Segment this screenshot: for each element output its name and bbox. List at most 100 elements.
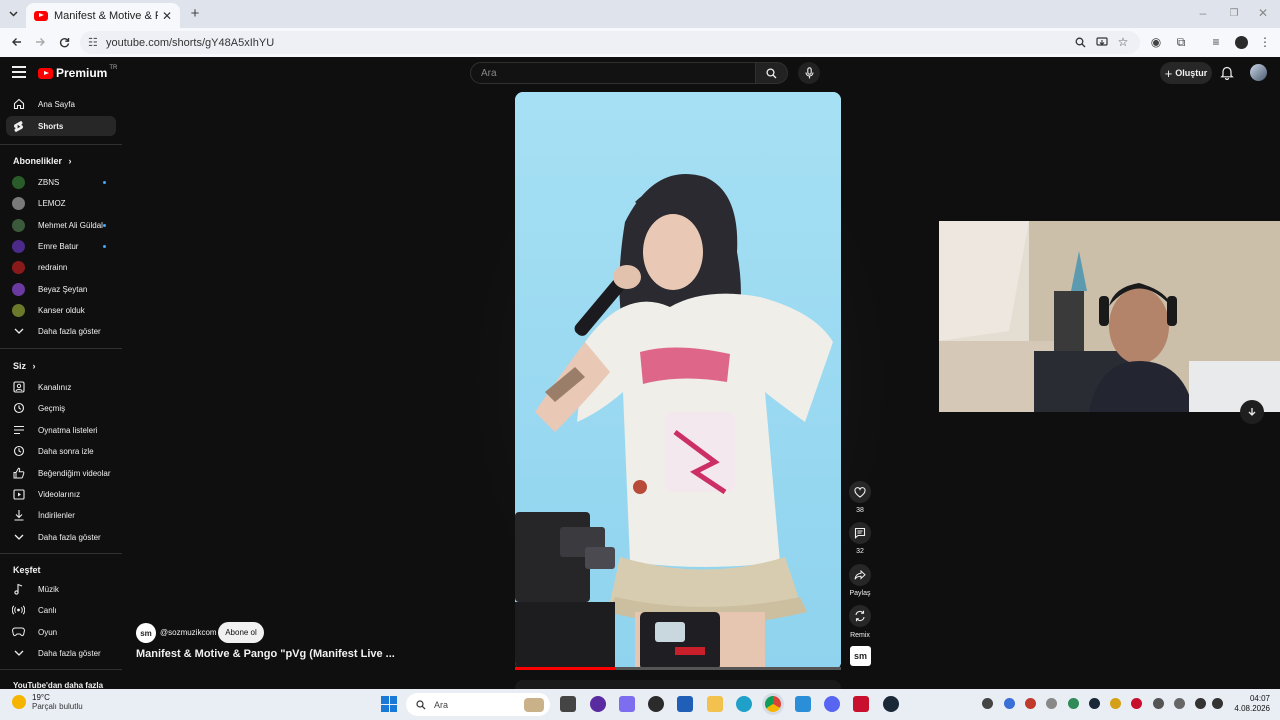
steam-icon[interactable] (883, 696, 899, 712)
bookmark-star-icon[interactable]: ☆ (1114, 33, 1132, 51)
discord-icon[interactable] (824, 696, 840, 712)
sidebar-item-home[interactable]: Ana Sayfa (6, 94, 116, 114)
system-clock[interactable]: 04:07 4.08.2026 (1230, 694, 1270, 714)
media-controls-icon[interactable]: ≡ (1207, 33, 1225, 51)
sidebar-item-subscription[interactable]: Emre Batur (6, 236, 116, 256)
like-button[interactable] (849, 481, 871, 503)
close-tab-icon[interactable]: ✕ (162, 9, 172, 23)
next-video-button[interactable] (1240, 400, 1264, 424)
channel-name: LEMOZ (38, 198, 66, 208)
video-title[interactable]: Manifest & Motive & Pango "pVg (Manifest… (136, 648, 395, 660)
tray-icon-2[interactable] (1004, 698, 1015, 709)
sidebar-item-live[interactable]: Canlı (6, 600, 116, 620)
sidebar-item-subscription[interactable]: Mehmet Ali Güldal (6, 215, 116, 235)
sidebar-item-subscription[interactable]: redrainn (6, 257, 116, 277)
taskbar-search[interactable]: Ara (406, 693, 550, 716)
menu-icon[interactable] (12, 66, 26, 78)
install-app-icon[interactable] (1093, 33, 1111, 51)
search-input[interactable] (470, 62, 756, 84)
sidebar-item-playlists[interactable]: Oynatma listeleri (6, 420, 116, 440)
sidebar-item-downloads[interactable]: İndirilenler (6, 505, 116, 525)
remix-icon (855, 610, 865, 622)
back-button[interactable] (8, 34, 24, 50)
sidebar-item-show-more-explore[interactable]: Daha fazla göster (6, 643, 116, 663)
notifications-bell-icon[interactable] (1220, 65, 1236, 81)
app-icon-red[interactable] (853, 696, 869, 712)
sidebar-item-history[interactable]: Geçmiş (6, 398, 116, 418)
profile-avatar-icon[interactable] (1232, 33, 1250, 51)
extensions-puzzle-icon[interactable]: ⧉ (1172, 33, 1190, 51)
share-button[interactable] (849, 564, 871, 586)
volume-icon[interactable] (1212, 698, 1223, 709)
tray-icon-6[interactable] (1089, 698, 1100, 709)
sidebar-item-shorts[interactable]: Shorts (6, 116, 116, 136)
sidebar-item-your-channel[interactable]: Kanalınız (6, 377, 116, 397)
shorts-icon (12, 120, 25, 133)
microphone-tray-icon[interactable] (1174, 698, 1185, 709)
tray-icon-1[interactable] (982, 698, 993, 709)
share-label: Paylaş (849, 590, 871, 597)
wifi-icon[interactable] (1195, 698, 1206, 709)
tray-icon-4[interactable] (1046, 698, 1057, 709)
voice-search-button[interactable] (798, 62, 820, 84)
browser-menu-icon[interactable]: ⋮ (1256, 33, 1274, 51)
tray-icon-7[interactable] (1110, 698, 1121, 709)
comments-button[interactable] (849, 522, 871, 544)
video-progress-bar[interactable] (515, 667, 841, 670)
minimize-window-button[interactable]: – (1196, 6, 1210, 20)
shorts-video-player[interactable] (515, 92, 841, 670)
app-icon-crystal[interactable] (619, 696, 635, 712)
sidebar-item-subscription[interactable]: Kanser olduk (6, 300, 116, 320)
site-settings-icon[interactable]: ☷ (88, 36, 98, 49)
reload-icon (59, 37, 69, 47)
tray-icon-5[interactable] (1068, 698, 1079, 709)
sidebar-item-subscription[interactable]: ZBNS (6, 172, 116, 192)
search-button[interactable] (756, 62, 788, 84)
remix-button[interactable] (849, 605, 871, 627)
account-avatar[interactable] (1250, 64, 1267, 81)
app-icon-dark[interactable] (648, 696, 664, 712)
tray-icon-9[interactable] (1153, 698, 1164, 709)
file-explorer-icon[interactable] (707, 696, 723, 712)
address-bar[interactable]: ☷ youtube.com/shorts/gY48A5xIhYU (80, 31, 1140, 54)
tray-icon-8[interactable] (1131, 698, 1142, 709)
forward-button[interactable] (32, 34, 48, 50)
sidebar-item-music[interactable]: Müzik (6, 579, 116, 599)
sidebar-item-your-videos[interactable]: Videolarınız (6, 484, 116, 504)
you-heading[interactable]: Siz › (13, 361, 36, 371)
app-icon-purple[interactable] (590, 696, 606, 712)
app-icon-store[interactable] (677, 696, 693, 712)
channel-avatar (12, 260, 25, 274)
sound-source-thumbnail[interactable]: sm (850, 646, 871, 666)
channel-avatar[interactable]: sm (136, 623, 156, 643)
app-icon-meet[interactable] (795, 696, 811, 712)
tab-search-button[interactable] (5, 6, 21, 22)
sidebar-item-watch-later[interactable]: Daha sonra izle (6, 441, 116, 461)
sidebar-item-subscription[interactable]: Beyaz Şeytan (6, 279, 116, 299)
task-view-icon[interactable] (560, 696, 576, 712)
sidebar-item-show-more-you[interactable]: Daha fazla göster (6, 527, 116, 547)
webcam-image (939, 221, 1280, 412)
taskbar-search-placeholder: Ara (434, 699, 449, 710)
subscribe-button[interactable]: Abone ol (218, 622, 264, 643)
weather-widget[interactable]: 19°C Parçalı bulutlu (12, 693, 83, 711)
subscriptions-heading[interactable]: Abonelikler › (13, 156, 72, 166)
extension-icon-1[interactable]: ◉ (1147, 33, 1165, 51)
close-window-button[interactable]: ✕ (1256, 6, 1270, 20)
channel-handle[interactable]: @sozmuzikcom (160, 628, 217, 637)
windows-start-icon[interactable] (381, 696, 397, 712)
tray-icon-3[interactable] (1025, 698, 1036, 709)
sidebar-item-subscription[interactable]: LEMOZ (6, 193, 116, 213)
browser-tab[interactable]: Manifest & Motive & Pango "pVg ✕ (26, 3, 180, 28)
edge-browser-icon[interactable] (736, 696, 752, 712)
zoom-icon[interactable] (1071, 33, 1089, 51)
create-button[interactable]: + Oluştur (1160, 62, 1212, 84)
reload-button[interactable] (56, 34, 72, 50)
chrome-browser-icon[interactable] (765, 696, 781, 712)
maximize-window-button[interactable]: ❐ (1227, 6, 1241, 20)
sidebar-item-show-more-subscriptions[interactable]: Daha fazla göster (6, 321, 116, 341)
youtube-premium-logo[interactable]: Premium TR (38, 65, 117, 80)
sidebar-item-gaming[interactable]: Oyun (6, 622, 116, 642)
new-tab-button[interactable]: + (188, 5, 202, 22)
sidebar-item-liked-videos[interactable]: Beğendiğim videolar (6, 463, 116, 483)
